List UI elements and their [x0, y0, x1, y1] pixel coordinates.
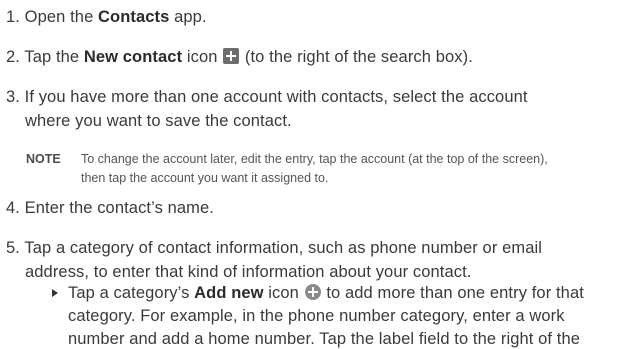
step-3-text-2: where you want to save the contact.: [25, 112, 292, 130]
step-5-number: 5.: [6, 239, 20, 257]
step-3-text-1: If you have more than one account with c…: [24, 88, 528, 106]
new-contact-plus-icon: [223, 48, 240, 64]
step-2-new-contact-label: New contact: [83, 48, 183, 66]
step-2-number: 2.: [6, 48, 20, 66]
subbullet-line-2: category. For example, in the phone numb…: [68, 307, 565, 325]
subbullet-text-post: to add more than one entry for that: [321, 284, 584, 302]
note-label: NOTE: [26, 152, 61, 166]
note-line-1: To change the account later, edit the en…: [81, 152, 548, 166]
step-4-number: 4.: [6, 199, 20, 217]
step-1-text-post: app.: [169, 8, 207, 26]
step-2-text-mid: icon: [182, 48, 223, 66]
instructions-page: 1. Open the Contacts app. 2. Tap the New…: [0, 0, 632, 348]
step-1-app-name: Contacts: [98, 8, 170, 26]
subbullet-add-new-label: Add new: [194, 284, 264, 302]
step-1-number: 1.: [6, 8, 20, 26]
add-new-plus-icon: [304, 284, 321, 300]
subbullet-line-3: number and add a home number. Tap the la…: [68, 330, 581, 348]
step-3-line-2: where you want to save the contact.: [25, 111, 292, 131]
step-1-text-pre: Open the: [24, 8, 99, 26]
subbullet-text-pre: Tap a category’s: [68, 284, 195, 302]
step-2: 2. Tap the New contact icon (to the righ…: [6, 47, 473, 67]
step-5-line-2: address, to enter that kind of informati…: [25, 262, 471, 282]
triangle-bullet-icon: [52, 289, 58, 297]
step-2-text-pre: Tap the: [24, 48, 84, 66]
subbullet-text-mid: icon: [263, 284, 304, 302]
step-5-line-1: 5. Tap a category of contact information…: [6, 238, 542, 258]
step-5-text-2: address, to enter that kind of informati…: [25, 263, 472, 281]
step-4-text: Enter the contact’s name.: [24, 199, 214, 217]
step-1: 1. Open the Contacts app.: [6, 7, 207, 27]
step-4: 4. Enter the contact’s name.: [6, 198, 214, 218]
step-5-text-1: Tap a category of contact information, s…: [24, 239, 543, 257]
note-line-2: then tap the account you want it assigne…: [81, 171, 329, 185]
step-3-number: 3.: [6, 88, 20, 106]
step-3-line-1: 3. If you have more than one account wit…: [6, 87, 528, 107]
subbullet-line-1: Tap a category’s Add new icon to add mor…: [68, 283, 584, 303]
step-2-text-post: (to the right of the search box).: [240, 48, 473, 66]
